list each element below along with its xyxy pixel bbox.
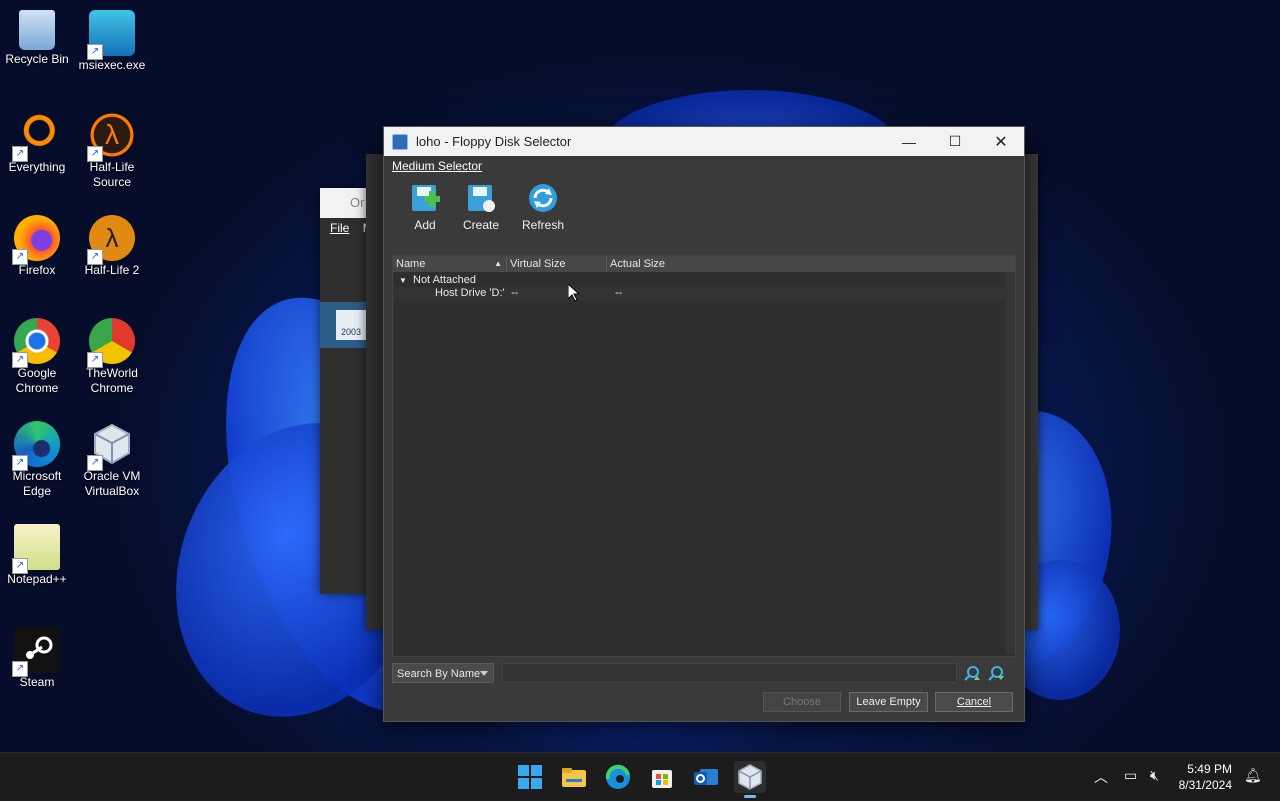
file-explorer-icon [562, 768, 586, 787]
desktop-icon-half-life-2[interactable]: λ ↗ Half-Life 2 [77, 215, 147, 278]
virtualbox-app-icon [392, 133, 408, 150]
taskbar-outlook[interactable] [690, 761, 722, 793]
vm-os-icon: 2003 [336, 310, 366, 340]
shortcut-arrow-icon: ↗ [12, 455, 28, 471]
shortcut-arrow-icon: ↗ [12, 146, 28, 162]
medium-tree[interactable]: Name ▲ Virtual Size Actual Size ▼ Not At… [392, 255, 1016, 657]
shortcut-arrow-icon: ↗ [12, 558, 28, 574]
cancel-button[interactable]: Cancel [935, 692, 1013, 712]
taskbar-file-explorer[interactable] [558, 761, 590, 793]
minimize-button[interactable]: — [886, 127, 932, 156]
search-mode-select[interactable]: Search By Name [392, 663, 494, 683]
clock-date: 8/31/2024 [1178, 778, 1232, 792]
sort-ascending-icon: ▲ [494, 259, 502, 268]
start-button[interactable] [514, 761, 546, 793]
chevron-down-icon [480, 671, 488, 676]
half-life-2-icon: λ ↗ [87, 215, 135, 265]
show-hidden-icons-chevron-icon[interactable]: ︿ [1094, 767, 1108, 787]
maximize-button[interactable]: ☐ [932, 127, 978, 156]
collapse-arrow-icon[interactable]: ▼ [393, 274, 413, 287]
tree-group-not-attached[interactable]: ▼ Not Attached [393, 274, 1015, 287]
edge-icon [605, 764, 630, 789]
desktop-icon-theworld-chrome[interactable]: ↗ TheWorld Chrome [77, 318, 147, 396]
row-actual-size: -- [615, 287, 623, 299]
outlook-icon [694, 769, 718, 785]
notepad-plus-plus-icon: ↗ [12, 524, 60, 574]
tree-header: Name ▲ Virtual Size Actual Size [393, 256, 1015, 272]
mouse-cursor-icon [568, 284, 580, 302]
recycle-bin-icon [19, 10, 55, 50]
column-header-name[interactable]: Name ▲ [393, 256, 507, 272]
refresh-button[interactable]: Refresh [516, 182, 570, 240]
desktop-icon-recycle-bin[interactable]: Recycle Bin [2, 10, 72, 67]
desktop-icon-firefox[interactable]: ↗ Firefox [2, 215, 72, 278]
everything-search-icon: ↗ [12, 112, 60, 162]
desktop-icon-everything[interactable]: ↗ Everything [2, 112, 72, 175]
add-button[interactable]: Add [398, 182, 452, 240]
taskbar-virtualbox[interactable] [734, 761, 766, 798]
row-virtual-size: -- [511, 287, 519, 299]
desktop-icon-msiexec[interactable]: ↗ msiexec.exe [77, 10, 147, 73]
search-previous-icon[interactable] [963, 664, 981, 682]
virtualbox-icon [738, 764, 762, 790]
dialog-menubar: Medium Selector [384, 156, 1024, 176]
choose-button[interactable]: Choose [763, 692, 841, 712]
column-header-virtual-size[interactable]: Virtual Size [507, 256, 607, 272]
add-disk-icon [409, 182, 441, 214]
search-bar: Search By Name [392, 662, 1014, 684]
dialog-toolbar: Add Create Refresh [384, 176, 1024, 240]
floppy-disk-selector-dialog[interactable]: loho - Floppy Disk Selector — ☐ ✕ Medium… [383, 126, 1025, 722]
half-life-icon: λ ↗ [87, 112, 135, 162]
clock-time: 5:49 PM [1187, 762, 1232, 776]
shortcut-arrow-icon: ↗ [87, 44, 103, 60]
installer-icon: ↗ [87, 10, 135, 60]
virtualbox-icon: ↗ [87, 421, 135, 471]
tree-row[interactable]: Host Drive 'D:' -- -- [393, 287, 1015, 300]
store-icon [652, 770, 672, 788]
taskbar-store[interactable] [646, 761, 678, 793]
desktop-icon-virtualbox[interactable]: ↗ Oracle VM VirtualBox [77, 421, 147, 499]
create-button[interactable]: Create [454, 182, 508, 240]
shortcut-arrow-icon: ↗ [87, 455, 103, 471]
shortcut-arrow-icon: ↗ [87, 146, 103, 162]
display-icon[interactable]: ▭ [1124, 767, 1137, 784]
speaker-muted-icon[interactable]: 🔇︎ [1150, 767, 1159, 784]
firefox-icon: ↗ [12, 215, 60, 265]
dialog-title: loho - Floppy Disk Selector [416, 134, 572, 149]
steam-icon: ↗ [12, 627, 60, 677]
search-input[interactable] [502, 663, 957, 683]
row-name: Host Drive 'D:' [435, 287, 505, 299]
notification-bell-icon[interactable]: 🔔︎ [1244, 767, 1262, 784]
desktop-icon-steam[interactable]: ↗ Steam [2, 627, 72, 690]
shortcut-arrow-icon: ↗ [12, 661, 28, 677]
leave-empty-button[interactable]: Leave Empty [849, 692, 928, 712]
dialog-titlebar[interactable]: loho - Floppy Disk Selector — ☐ ✕ [384, 127, 1024, 156]
desktop-icon-notepad-plus-plus[interactable]: ↗ Notepad++ [2, 524, 72, 587]
menu-file[interactable]: File [330, 221, 349, 235]
shortcut-arrow-icon: ↗ [87, 352, 103, 368]
desktop-icon-half-life-source[interactable]: λ ↗ Half-Life Source [77, 112, 147, 190]
column-header-actual-size[interactable]: Actual Size [607, 256, 1015, 272]
theworld-icon: ↗ [87, 318, 135, 368]
refresh-icon [527, 182, 559, 214]
menu-medium-selector[interactable]: Medium Selector [392, 159, 482, 173]
taskbar-edge[interactable] [602, 761, 634, 793]
edge-icon: ↗ [12, 421, 60, 471]
desktop-icon-microsoft-edge[interactable]: ↗ Microsoft Edge [2, 421, 72, 499]
start-icon [518, 765, 542, 789]
taskbar-clock[interactable]: 5:49 PM 8/31/2024 [1179, 761, 1232, 793]
shortcut-arrow-icon: ↗ [87, 249, 103, 265]
shortcut-arrow-icon: ↗ [12, 249, 28, 265]
active-indicator [744, 795, 756, 798]
tree-scrollbar[interactable] [1005, 272, 1015, 654]
search-next-icon[interactable] [987, 664, 1005, 682]
create-disk-icon [465, 182, 497, 214]
taskbar: ︿ ▭ 🔇︎ 5:49 PM 8/31/2024 🔔︎ [0, 752, 1280, 801]
desktop-icon-google-chrome[interactable]: ↗ Google Chrome [2, 318, 72, 396]
close-button[interactable]: ✕ [978, 127, 1024, 156]
chrome-icon: ↗ [12, 318, 60, 368]
shortcut-arrow-icon: ↗ [12, 352, 28, 368]
